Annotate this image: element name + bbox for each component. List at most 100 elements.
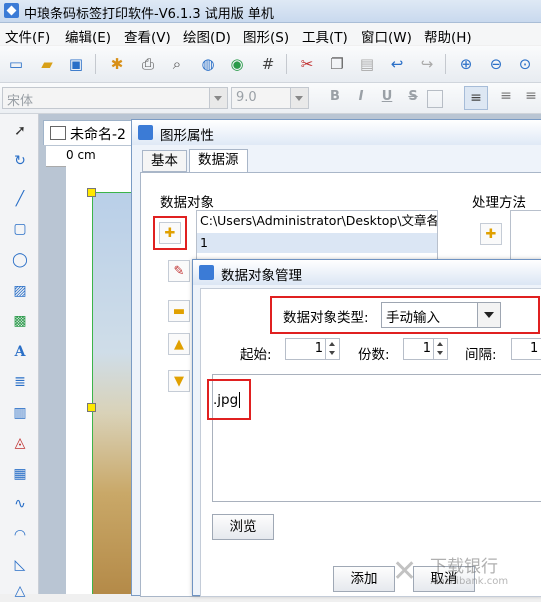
interval-stepper[interactable]: 1 <box>511 338 541 360</box>
copies-label: 份数: <box>358 347 390 363</box>
manual-text-area[interactable] <box>212 374 541 502</box>
copies-stepper[interactable]: 1 <box>403 338 448 360</box>
qrcode-tool-icon[interactable]: ▦ <box>9 463 31 485</box>
tab-data-source[interactable]: 数据源 <box>189 149 248 173</box>
redo-icon[interactable]: ↪ <box>416 53 438 75</box>
font-name-select[interactable]: 宋体 <box>2 87 228 109</box>
polygon-tool-icon[interactable]: ◺ <box>9 554 31 576</box>
add-button[interactable]: 添加 <box>333 566 395 592</box>
rotate-icon[interactable]: ↻ <box>9 150 31 172</box>
resize-handle[interactable] <box>87 403 96 412</box>
new-file-icon[interactable]: ▭ <box>5 53 27 75</box>
menu-shape[interactable]: 图形(S) <box>243 26 289 46</box>
triangle-tool-icon[interactable]: △ <box>9 580 31 602</box>
menu-bar: 文件(F) 编辑(E) 查看(V) 绘图(D) 图形(S) 工具(T) 窗口(W… <box>0 23 541 46</box>
strike-button[interactable]: S <box>403 89 423 107</box>
list-item[interactable]: 1 <box>197 233 437 253</box>
app-logo-icon <box>4 3 19 18</box>
grid-icon[interactable]: # <box>257 53 279 75</box>
document-tab-title: 未命名-2 <box>70 127 126 143</box>
font-name-value: 宋体 <box>7 94 34 109</box>
processing-method-label: 处理方法 <box>472 195 526 211</box>
zoom-out-icon[interactable]: ⊖ <box>485 53 507 75</box>
start-value: 1 <box>314 341 323 356</box>
select-pointer-icon[interactable]: ➚ <box>9 120 31 142</box>
cut-icon[interactable]: ✂ <box>296 53 318 75</box>
zoom-fit-icon[interactable]: ⊙ <box>514 53 536 75</box>
italic-button[interactable]: I <box>351 89 371 107</box>
spin-arrows-icon[interactable] <box>325 339 339 359</box>
interval-label: 间隔: <box>465 347 497 363</box>
zoom-in-icon[interactable]: ⊕ <box>455 53 477 75</box>
menu-tools[interactable]: 工具(T) <box>302 26 348 46</box>
barcode-tool-icon[interactable]: ▥ <box>9 402 31 424</box>
copy-icon[interactable]: ❐ <box>326 53 348 75</box>
settings-gear-icon[interactable]: ✱ <box>106 53 128 75</box>
add-data-button[interactable]: ✚ <box>159 222 181 244</box>
menu-file[interactable]: 文件(F) <box>5 26 50 46</box>
align-left-icon[interactable]: ≡ <box>464 86 488 110</box>
paste-icon[interactable]: ▤ <box>356 53 378 75</box>
font-size-select[interactable]: 9.0 <box>231 87 309 109</box>
move-up-icon[interactable]: ▲ <box>168 333 190 355</box>
menu-view[interactable]: 查看(V) <box>124 26 171 46</box>
arc-tool-icon[interactable]: ◠ <box>9 524 31 546</box>
copies-value: 1 <box>422 341 431 356</box>
align-center-icon[interactable]: ≡ <box>496 88 516 108</box>
ellipse-tool-icon[interactable]: ◯ <box>9 249 31 271</box>
watermark-logo: ✕ 下载银行 xiazaibank.com <box>392 550 541 594</box>
add-processing-button[interactable]: ✚ <box>480 223 502 245</box>
data-type-select[interactable]: 手动输入 <box>381 302 501 328</box>
line-tool-icon[interactable]: ╱ <box>9 188 31 210</box>
tab-basic[interactable]: 基本 <box>142 150 187 172</box>
data-type-label: 数据对象类型: <box>283 310 369 326</box>
open-folder-icon[interactable]: ▰ <box>36 53 58 75</box>
data-object-manager-dialog: 数据对象管理 数据对象类型: 手动输入 起始: 1 份数: 1 间隔: 1 .j… <box>192 259 541 597</box>
format-bar: 宋体 9.0 B I U S ≡ ≡ ≡ <box>0 83 541 114</box>
selection-border <box>92 192 93 594</box>
database-settings-icon[interactable]: ◉ <box>226 53 248 75</box>
text-tool-icon[interactable]: A <box>9 341 31 363</box>
list-item[interactable]: C:\Users\Administrator\Desktop\文章各 <box>197 211 437 231</box>
dialog-title: 图形属性 <box>160 128 214 144</box>
dialog-title-bar: 数据对象管理 <box>193 260 541 285</box>
document-tab[interactable]: 未命名-2 <box>43 120 137 145</box>
underline-button[interactable]: U <box>377 89 397 107</box>
image-tool-icon[interactable]: ▨ <box>9 280 31 302</box>
align-right-icon[interactable]: ≡ <box>522 88 540 108</box>
app-logo-icon <box>199 265 214 280</box>
database-icon[interactable]: ◍ <box>197 53 219 75</box>
font-size-value: 9.0 <box>236 90 257 105</box>
menu-window[interactable]: 窗口(W) <box>361 26 412 46</box>
delete-data-icon[interactable]: ▬ <box>168 300 190 322</box>
browse-button[interactable]: 浏览 <box>212 514 274 540</box>
menu-draw[interactable]: 绘图(D) <box>183 26 231 46</box>
bold-button[interactable]: B <box>325 89 345 107</box>
curve-tool-icon[interactable]: ∿ <box>9 493 31 515</box>
menu-edit[interactable]: 编辑(E) <box>65 26 111 46</box>
main-toolbar: ▭ ▰ ▣ ✱ ⎙ ⌕ ◍ ◉ # ✂ ❐ ▤ ↩ ↪ ⊕ ⊖ ⊙ <box>0 46 541 83</box>
undo-icon[interactable]: ↩ <box>386 53 408 75</box>
print-icon[interactable]: ⎙ <box>137 53 159 75</box>
app-logo-icon <box>138 125 153 140</box>
rectangle-tool-icon[interactable]: ▢ <box>9 218 31 240</box>
menu-help[interactable]: 帮助(H) <box>424 26 472 46</box>
picture-tool-icon[interactable]: ▩ <box>9 310 31 332</box>
save-icon[interactable]: ▣ <box>65 53 87 75</box>
watermark-text: 下载银行 <box>430 557 498 577</box>
toolbar-separator <box>445 54 446 74</box>
start-stepper[interactable]: 1 <box>285 338 340 360</box>
move-down-icon[interactable]: ▼ <box>168 370 190 392</box>
watermark-x-icon: ✕ <box>392 554 418 589</box>
dialog-title-bar: 图形属性 <box>132 120 541 145</box>
spin-arrows-icon[interactable] <box>433 339 447 359</box>
edit-data-icon[interactable]: ✎ <box>168 260 190 282</box>
app-title: 中琅条码标签打印软件-V6.1.3 试用版 单机 <box>24 7 274 22</box>
data-type-value: 手动输入 <box>386 310 440 326</box>
rich-text-tool-icon[interactable]: ≣ <box>9 371 31 393</box>
print-preview-icon[interactable]: ⌕ <box>166 53 188 75</box>
interval-value: 1 <box>530 341 539 356</box>
shape-tool-icon[interactable]: ◬ <box>9 432 31 454</box>
resize-handle[interactable] <box>87 188 96 197</box>
text-color-icon[interactable] <box>427 90 443 108</box>
